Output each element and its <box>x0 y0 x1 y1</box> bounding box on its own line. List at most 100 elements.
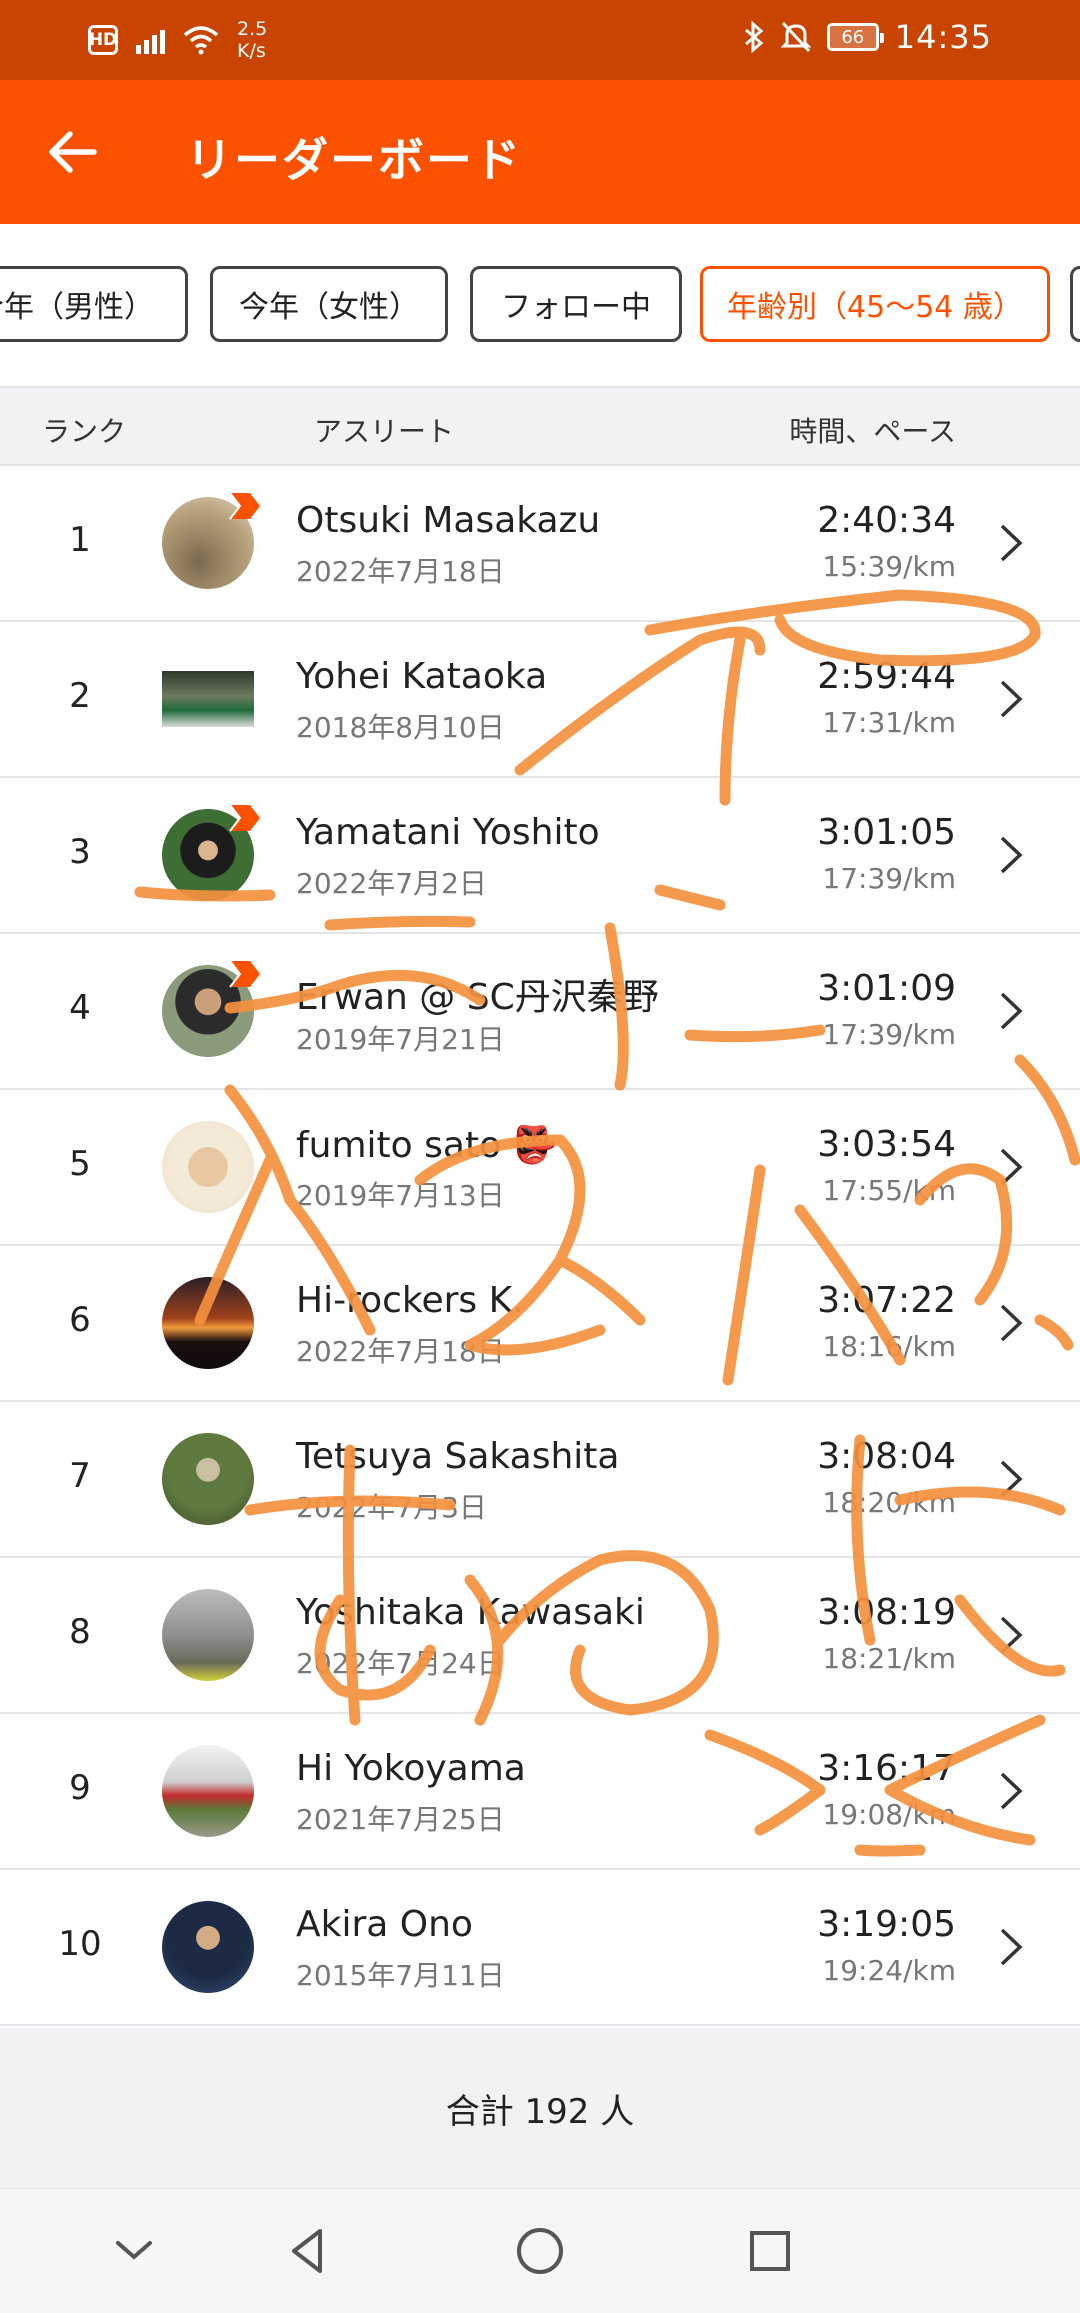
avatar-image <box>162 1901 254 1993</box>
battery-icon: 66 <box>826 23 884 51</box>
leaderboard-row[interactable]: 9 Hi Yokoyama 2021年7月25日 3:16:17 19:08/k… <box>0 1714 1080 1870</box>
athlete-name: Tetsuya Sakashita <box>296 1436 620 1477</box>
finish-time: 3:08:04 <box>817 1436 956 1477</box>
avatar <box>162 1589 256 1683</box>
finish-time: 3:08:19 <box>817 1592 956 1633</box>
subscriber-badge-icon <box>229 804 260 832</box>
activity-date: 2021年7月25日 <box>296 1803 505 1836</box>
rank-number: 4 <box>69 988 91 1028</box>
activity-date: 2019年7月21日 <box>296 1023 505 1056</box>
chevron-right-icon <box>1000 1304 1023 1342</box>
finish-time: 3:07:22 <box>817 1280 956 1321</box>
finish-time: 2:59:44 <box>817 656 956 697</box>
athlete-name: Yohei Kataoka <box>296 656 548 697</box>
athlete-name: Akira Ono <box>296 1904 473 1945</box>
subscriber-badge-icon <box>229 492 260 520</box>
leaderboard-row[interactable]: 8 Yoshitaka Kawasaki 2022年7月24日 3:08:19 … <box>0 1558 1080 1714</box>
filter-chip-women-this-year[interactable]: 今年（女性） <box>210 266 448 342</box>
finish-time: 3:03:54 <box>817 1124 956 1165</box>
avatar-image <box>162 1433 254 1525</box>
avatar <box>162 1901 256 1995</box>
avatar-image <box>162 671 254 727</box>
net-speed: 2.5 K/s <box>237 18 267 62</box>
athlete-name: Yamatani Yoshito <box>296 812 600 853</box>
recents-square-icon[interactable] <box>740 2221 800 2281</box>
athlete-name: Hi-rockers K. <box>296 1280 524 1321</box>
leaderboard-row[interactable]: 7 Tetsuya Sakashita 2022年7月3日 3:08:04 18… <box>0 1402 1080 1558</box>
pace: 19:24/km <box>822 1954 956 1987</box>
chevron-right-icon <box>1000 1616 1023 1654</box>
leaderboard-row[interactable]: 6 Hi-rockers K. 2022年7月18日 3:07:22 18:16… <box>0 1246 1080 1402</box>
leaderboard-row[interactable]: 2 Yohei Kataoka 2018年8月10日 2:59:44 17:31… <box>0 622 1080 778</box>
leaderboard-row[interactable]: 10 Akira Ono 2015年7月11日 3:19:05 19:24/km <box>0 1870 1080 2026</box>
activity-date: 2022年7月24日 <box>296 1647 505 1680</box>
subscriber-badge-icon <box>229 960 260 988</box>
filter-chip-age-group[interactable]: 年齢別（45〜54 歳） <box>700 266 1050 342</box>
activity-date: 2022年7月2日 <box>296 867 487 900</box>
wifi-icon <box>183 26 219 55</box>
athlete-name: Hi Yokoyama <box>296 1748 526 1789</box>
chevron-right-icon <box>1000 1772 1023 1810</box>
athlete-name: Otsuki Masakazu <box>296 500 601 541</box>
leaderboard-row[interactable]: 4 Erwan @ SC丹沢秦野 2019年7月21日 3:01:09 17:3… <box>0 934 1080 1090</box>
home-circle-icon[interactable] <box>510 2221 570 2281</box>
avatar-image <box>162 1277 254 1369</box>
bluetooth-icon <box>744 21 764 53</box>
total-count-label: 合計 192 人 <box>445 2091 635 2132</box>
activity-date: 2019年7月13日 <box>296 1179 505 1212</box>
avatar <box>162 653 256 747</box>
filter-chip-men-this-year[interactable]: 今年（男性） <box>0 266 188 342</box>
chevron-right-icon <box>1000 1928 1023 1966</box>
hd-icon: HD <box>88 25 118 55</box>
collapse-icon[interactable] <box>104 2221 164 2281</box>
leaderboard-row[interactable]: 3 Yamatani Yoshito 2022年7月2日 3:01:05 17:… <box>0 778 1080 934</box>
finish-time: 2:40:34 <box>817 500 956 541</box>
leaderboard-row[interactable]: 1 Otsuki Masakazu 2022年7月18日 2:40:34 15:… <box>0 466 1080 622</box>
signal-icon <box>136 26 165 54</box>
avatar-image <box>162 1121 254 1213</box>
avatar <box>162 1277 256 1371</box>
avatar <box>162 804 260 903</box>
back-triangle-icon[interactable] <box>278 2221 338 2281</box>
pace: 17:31/km <box>822 706 956 739</box>
pace: 17:55/km <box>822 1174 956 1207</box>
column-time-pace: 時間、ペース <box>789 415 956 448</box>
rank-number: 5 <box>69 1144 91 1184</box>
column-athlete: アスリート <box>314 415 455 448</box>
athlete-name: Erwan @ SC丹沢秦野 <box>296 977 659 1018</box>
system-nav-bar <box>0 2188 1080 2313</box>
leaderboard-row[interactable]: 5 fumito sato 👺 2019年7月13日 3:03:54 17:55… <box>0 1090 1080 1246</box>
avatar <box>162 1745 256 1839</box>
column-header: ランク アスリート 時間、ペース <box>0 386 1080 466</box>
rank-number: 6 <box>69 1300 91 1340</box>
filter-chip-more[interactable] <box>1070 266 1080 342</box>
rank-number: 7 <box>69 1456 91 1496</box>
speed-unit: K/s <box>237 40 266 62</box>
filter-chips: 今年（男性） 今年（女性） フォロー中 年齢別（45〜54 歳） <box>0 224 1080 386</box>
rank-number: 2 <box>69 676 91 716</box>
athlete-name: fumito sato 👺 <box>296 1125 558 1166</box>
rank-number: 1 <box>69 520 91 560</box>
page-title: リーダーボード <box>186 133 522 187</box>
back-arrow-icon[interactable] <box>44 124 100 180</box>
finish-time: 3:16:17 <box>817 1748 956 1789</box>
finish-time: 3:19:05 <box>817 1904 956 1945</box>
filter-chip-following[interactable]: フォロー中 <box>470 266 682 342</box>
avatar <box>162 1433 256 1527</box>
activity-date: 2022年7月18日 <box>296 555 505 588</box>
pace: 17:39/km <box>822 1018 956 1051</box>
column-rank: ランク <box>42 415 127 448</box>
app-bar: リーダーボード <box>0 80 1080 224</box>
chevron-right-icon <box>1000 1460 1023 1498</box>
activity-date: 2018年8月10日 <box>296 711 505 744</box>
pace: 18:21/km <box>822 1642 956 1675</box>
mute-icon <box>780 21 811 53</box>
leaderboard-list: 1 Otsuki Masakazu 2022年7月18日 2:40:34 15:… <box>0 466 1080 2026</box>
rank-number: 8 <box>69 1612 91 1652</box>
speed-value: 2.5 <box>237 18 268 40</box>
avatar-image <box>162 1745 254 1837</box>
battery-level: 66 <box>841 26 865 48</box>
pace: 18:20/km <box>822 1486 956 1519</box>
chevron-right-icon <box>1000 680 1023 718</box>
activity-date: 2022年7月3日 <box>296 1491 487 1524</box>
